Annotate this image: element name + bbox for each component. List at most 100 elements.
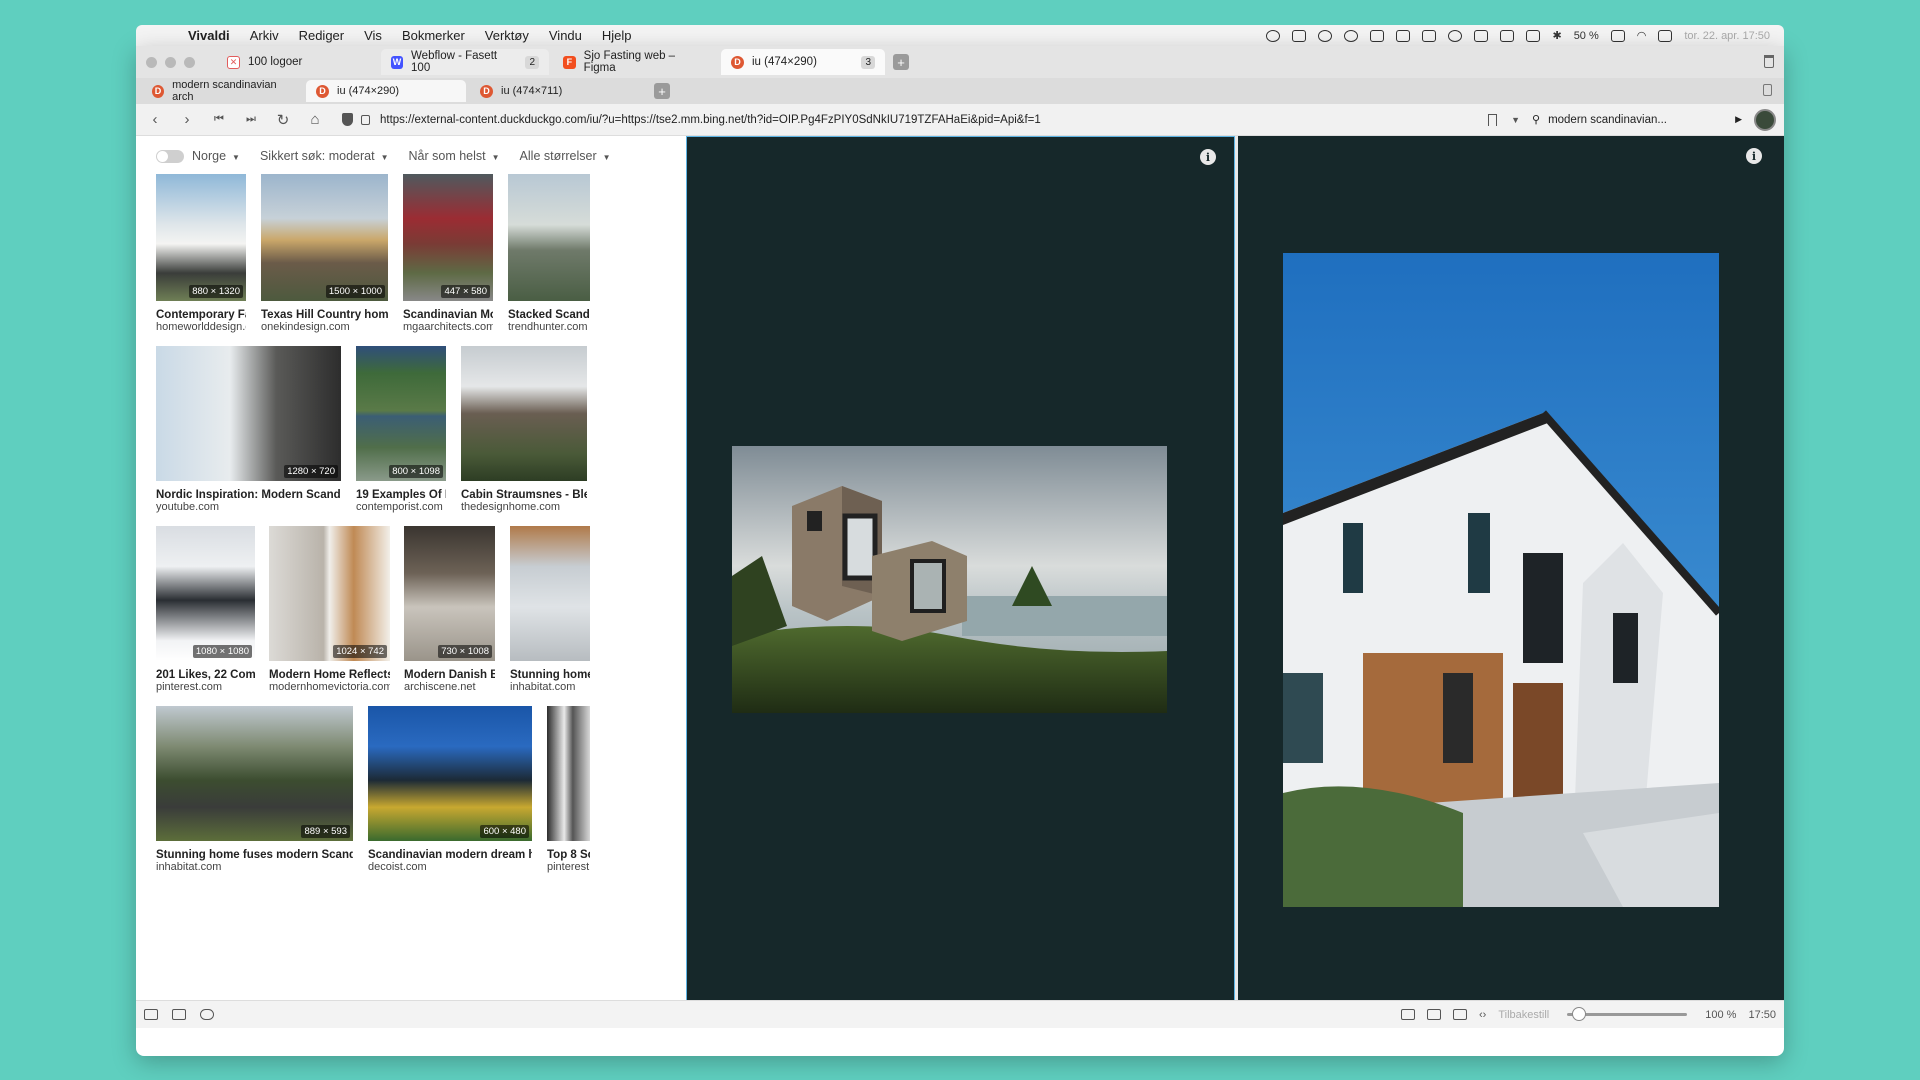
- result-card[interactable]: 600 × 480 Scandinavian modern dream hous…: [368, 706, 532, 873]
- document-icon[interactable]: [1422, 29, 1437, 42]
- camera-icon[interactable]: [1400, 1009, 1415, 1020]
- rocket-icon[interactable]: [1474, 29, 1489, 42]
- battery-icon[interactable]: [1610, 29, 1625, 42]
- result-thumbnail[interactable]: 1280 × 720: [156, 346, 341, 481]
- result-title[interactable]: Top 8 Sca: [547, 849, 590, 861]
- result-thumbnail[interactable]: [547, 706, 590, 841]
- time-filter[interactable]: Når som helst ▼: [409, 149, 500, 163]
- zoom-slider-knob[interactable]: [1572, 1007, 1587, 1021]
- image-icon[interactable]: [1452, 1009, 1467, 1020]
- result-card[interactable]: Top 8 Sca pinterest.c: [547, 706, 590, 873]
- rewind-button[interactable]: ⏮: [208, 109, 230, 131]
- result-thumbnail[interactable]: [510, 526, 590, 661]
- size-filter[interactable]: Alle størrelser ▼: [520, 149, 611, 163]
- menu-app[interactable]: Vivaldi: [178, 28, 240, 43]
- tab-figma[interactable]: F Sjo Fasting web – Figma: [553, 49, 717, 75]
- shield-icon[interactable]: [342, 113, 353, 126]
- back-button[interactable]: ‹: [144, 109, 166, 131]
- search-go-icon[interactable]: ▶: [1735, 114, 1742, 125]
- result-title[interactable]: Scandinavian Mod...: [403, 309, 493, 321]
- result-title[interactable]: Stunning home fuses modern Scandinavia..…: [156, 849, 353, 861]
- result-card[interactable]: 1500 × 1000 Texas Hill Country home in..…: [261, 174, 388, 333]
- result-card[interactable]: 447 × 580 Scandinavian Mod... mgaarchite…: [403, 174, 493, 333]
- tab-image-474x290[interactable]: D iu (474×290): [306, 80, 466, 102]
- menu-bokmerker[interactable]: Bokmerker: [392, 28, 475, 43]
- wifi-icon[interactable]: ◠: [1637, 29, 1647, 42]
- result-title[interactable]: Texas Hill Country home in...: [261, 309, 388, 321]
- tab-image-474x711[interactable]: D iu (474×711): [470, 80, 630, 102]
- search-field[interactable]: ⚲ modern scandinavian... ▶: [1532, 109, 1742, 131]
- info-icon[interactable]: i: [1746, 148, 1762, 164]
- control-center-icon[interactable]: [1658, 29, 1673, 42]
- keyboard-icon[interactable]: [1500, 29, 1515, 42]
- close-window-button[interactable]: [146, 56, 157, 68]
- new-tab-button[interactable]: +: [893, 54, 909, 70]
- result-card[interactable]: 880 × 1320 Contemporary Far... homeworld…: [156, 174, 246, 333]
- code-icon[interactable]: ‹›: [1479, 1009, 1486, 1021]
- result-title[interactable]: Modern Danish Ba...: [404, 669, 495, 681]
- creative-cloud-icon[interactable]: [1318, 29, 1333, 42]
- status-circle-icon[interactable]: [1344, 29, 1359, 42]
- menu-verktoy[interactable]: Verktøy: [475, 28, 539, 43]
- menu-arkiv[interactable]: Arkiv: [240, 28, 289, 43]
- menu-hjelp[interactable]: Hjelp: [592, 28, 642, 43]
- search-results-panel[interactable]: Norge ▼ Sikkert søk: moderat ▼ Når som hel…: [136, 136, 686, 1028]
- result-thumbnail[interactable]: 730 × 1008: [404, 526, 495, 661]
- result-card[interactable]: Cabin Straumsnes - Blend of thedesignhom…: [461, 346, 587, 513]
- dropbox-icon[interactable]: [1292, 29, 1307, 42]
- zoom-slider[interactable]: [1567, 1007, 1688, 1021]
- record-icon[interactable]: [1266, 29, 1281, 42]
- tab-iu-stack[interactable]: D iu (474×290) 3: [721, 49, 885, 75]
- result-card[interactable]: Stunning home fu inhabitat.com: [510, 526, 590, 693]
- result-card[interactable]: 1080 × 1080 201 Likes, 22 Comm... pinter…: [156, 526, 255, 693]
- bluetooth-icon[interactable]: ✱: [1552, 29, 1561, 42]
- panel-toggle-icon[interactable]: [144, 1009, 158, 1020]
- new-stack-tab-button[interactable]: +: [654, 83, 670, 99]
- url-field[interactable]: https://external-content.duckduckgo.com/…: [336, 109, 1474, 131]
- chevron-down-icon[interactable]: ▼: [1511, 115, 1520, 125]
- result-title[interactable]: 201 Likes, 22 Comm...: [156, 669, 255, 681]
- reset-zoom-button[interactable]: Tilbakestill: [1498, 1009, 1549, 1021]
- tab-webflow[interactable]: W Webflow - Fasett 100 2: [381, 49, 549, 75]
- menu-vis[interactable]: Vis: [354, 28, 392, 43]
- gear-icon[interactable]: [1526, 29, 1541, 42]
- result-card[interactable]: 730 × 1008 Modern Danish Ba... archiscen…: [404, 526, 495, 693]
- menu-vindu[interactable]: Vindu: [539, 28, 592, 43]
- result-thumbnail[interactable]: 1500 × 1000: [261, 174, 388, 301]
- reload-button[interactable]: ↻: [272, 109, 294, 131]
- result-thumbnail[interactable]: 1080 × 1080: [156, 526, 255, 661]
- result-thumbnail[interactable]: [461, 346, 587, 481]
- image-viewer-1[interactable]: i: [686, 136, 1235, 1028]
- result-card[interactable]: 1280 × 720 Nordic Inspiration: Modern Sc…: [156, 346, 341, 513]
- minimize-window-button[interactable]: [165, 56, 176, 68]
- fast-forward-button[interactable]: ⏭: [240, 109, 262, 131]
- screen-icon[interactable]: [1370, 29, 1385, 42]
- tab-search-results[interactable]: D modern scandinavian arch: [142, 79, 302, 103]
- result-title[interactable]: Stunning home fu: [510, 669, 590, 681]
- result-title[interactable]: 19 Examples Of M...: [356, 489, 446, 501]
- cabin-image[interactable]: [732, 446, 1167, 713]
- bookmark-icon[interactable]: [1488, 113, 1498, 126]
- result-thumbnail[interactable]: 1024 × 742: [269, 526, 390, 661]
- result-title[interactable]: Scandinavian modern dream house...: [368, 849, 532, 861]
- result-card[interactable]: 889 × 593 Stunning home fuses modern Sca…: [156, 706, 353, 873]
- result-card[interactable]: Stacked Scandina trendhunter.com: [508, 174, 590, 333]
- safe-search-filter[interactable]: Sikkert søk: moderat ▼: [260, 149, 389, 163]
- townhouse-image[interactable]: [1283, 253, 1719, 907]
- password-icon[interactable]: [1448, 29, 1463, 42]
- trash-icon[interactable]: [1764, 55, 1774, 68]
- info-icon[interactable]: i: [1200, 149, 1216, 165]
- result-thumbnail[interactable]: 889 × 593: [156, 706, 353, 841]
- result-title[interactable]: Stacked Scandina: [508, 309, 590, 321]
- tab-100-logoer[interactable]: ✕ 100 logoer: [217, 49, 377, 75]
- result-card[interactable]: 1024 × 742 Modern Home Reflects S... mod…: [269, 526, 390, 693]
- tab-tiling-icon[interactable]: [172, 1009, 186, 1020]
- region-filter[interactable]: Norge ▼: [156, 149, 240, 164]
- result-thumbnail[interactable]: 880 × 1320: [156, 174, 246, 301]
- forward-button[interactable]: ›: [176, 109, 198, 131]
- cloud-sync-icon[interactable]: [200, 1009, 214, 1020]
- result-card[interactable]: 800 × 1098 19 Examples Of M... contempor…: [356, 346, 446, 513]
- app-tray-icon[interactable]: [1396, 29, 1411, 42]
- result-thumbnail[interactable]: 800 × 1098: [356, 346, 446, 481]
- result-thumbnail[interactable]: 600 × 480: [368, 706, 532, 841]
